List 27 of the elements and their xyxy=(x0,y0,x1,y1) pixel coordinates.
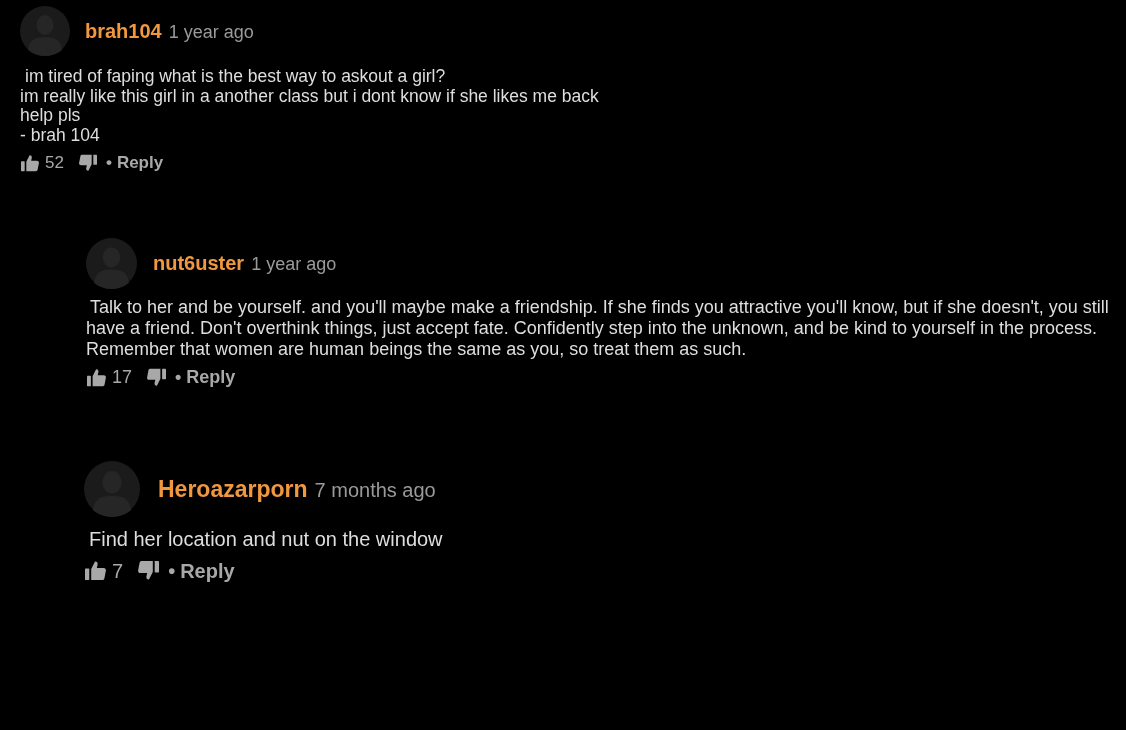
timestamp: 1 year ago xyxy=(251,253,337,277)
reply-link[interactable]: Reply xyxy=(116,150,164,176)
like-count: 7 xyxy=(112,558,124,584)
thumbs-down-icon[interactable] xyxy=(77,153,98,172)
like-count: 52 xyxy=(45,152,64,175)
timestamp: 7 months ago xyxy=(314,477,436,503)
username-link[interactable]: brah104 xyxy=(85,16,162,46)
reply-link[interactable]: Reply xyxy=(186,364,236,392)
reply-link[interactable]: Reply xyxy=(180,555,235,586)
separator-dot: • xyxy=(168,558,176,584)
thumbs-up-icon[interactable] xyxy=(86,368,107,388)
thumbs-down-icon[interactable] xyxy=(137,560,161,582)
comment-text: Talk to her and be yourself. and you'll maybe make a friendship. If she finds you attractive you'll know, but if she doesn't, you still have a friend. Don't overthink things, just accept fate. Confidently step into the unknown, and be kind to yourself in the process. Remember that women are human beings the same as you, so treat them as such. xyxy=(86,296,1110,360)
username-link[interactable]: Heroazarporn xyxy=(158,471,308,507)
thumbs-down-icon[interactable] xyxy=(146,368,168,388)
separator-dot: • xyxy=(175,366,182,390)
separator-dot: • xyxy=(105,152,112,175)
comment-text: Find her location and nut on the window xyxy=(88,527,444,550)
avatar-icon xyxy=(20,6,70,56)
timestamp: 1 year ago xyxy=(168,21,254,44)
avatar-icon xyxy=(84,460,140,517)
username-link[interactable]: nut6uster xyxy=(153,248,245,279)
avatar-icon xyxy=(86,237,137,289)
thumbs-up-icon[interactable] xyxy=(84,560,107,582)
comment-text: im tired of faping what is the best way to askout a girl? im really like this girl in a another class but i dont know if she likes me back help pls - brah 104 xyxy=(20,67,600,146)
like-count: 17 xyxy=(112,366,133,390)
thumbs-up-icon[interactable] xyxy=(20,153,40,172)
